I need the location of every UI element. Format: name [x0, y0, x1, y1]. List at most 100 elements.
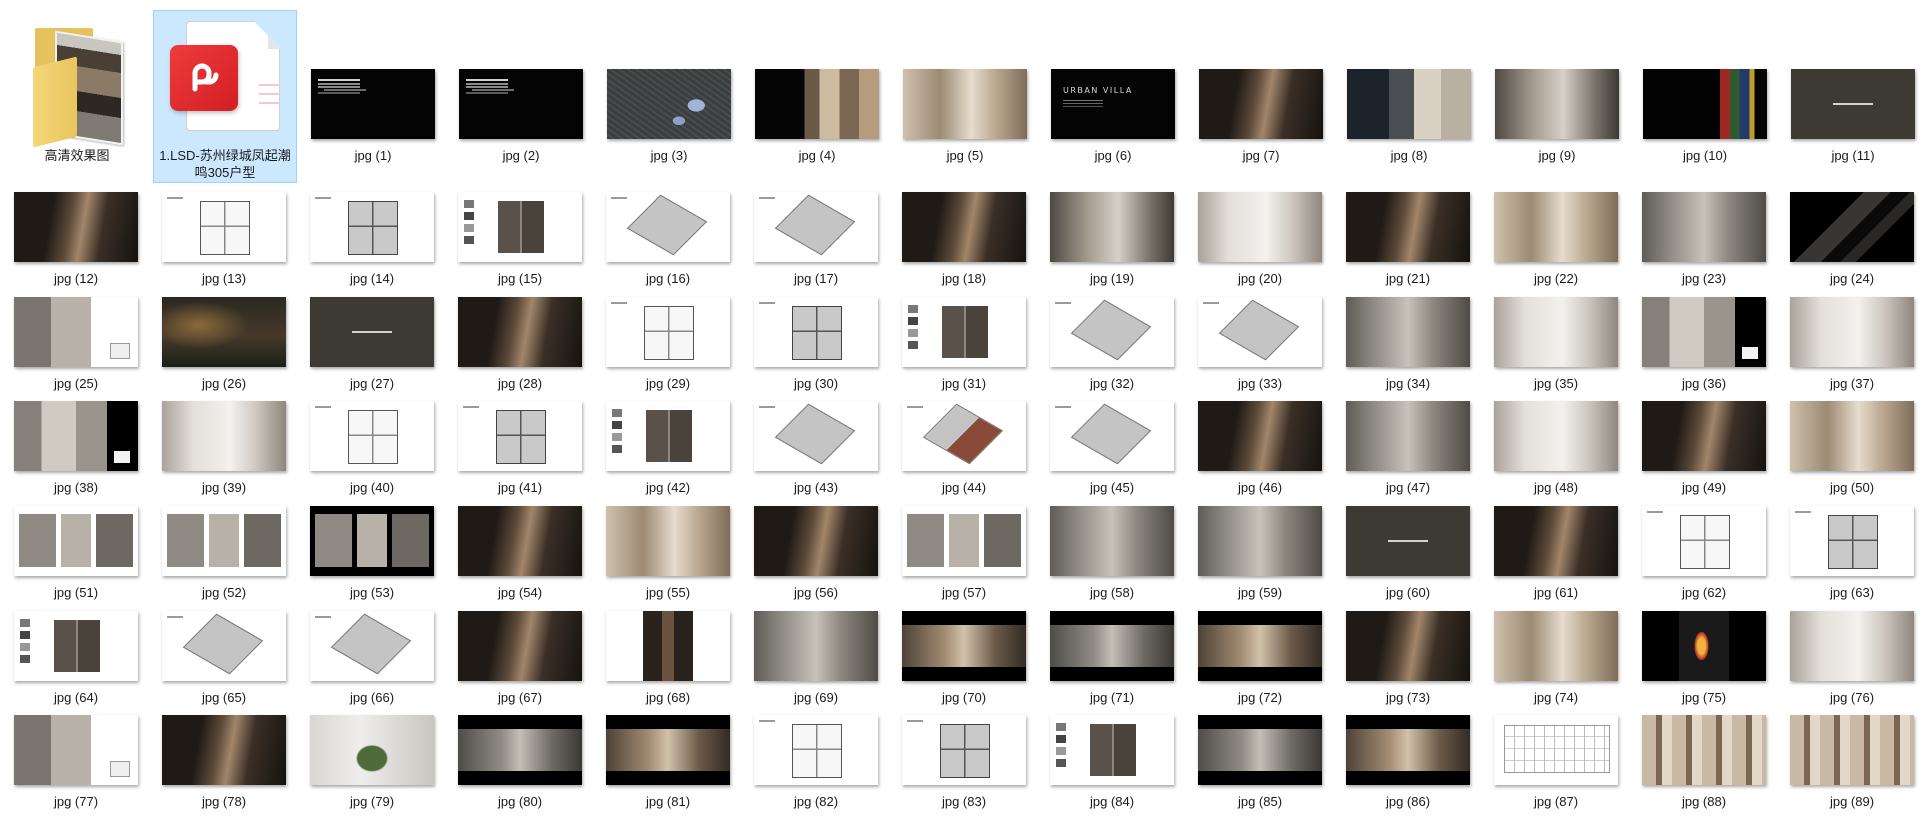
image-file-item[interactable]: jpg (60) [1336, 500, 1480, 605]
image-file-item[interactable]: jpg (87) [1484, 709, 1628, 814]
image-file-item[interactable]: jpg (5) [893, 10, 1037, 183]
image-file-item[interactable]: jpg (14) [300, 186, 444, 291]
image-file-item[interactable]: jpg (65) [152, 605, 296, 710]
item-icon-area [1041, 296, 1183, 367]
image-file-item[interactable]: jpg (50) [1780, 395, 1924, 500]
image-file-item[interactable]: jpg (27) [300, 291, 444, 396]
image-file-item[interactable]: jpg (64) [4, 605, 148, 710]
image-file-item[interactable]: jpg (23) [1632, 186, 1776, 291]
image-file-item[interactable]: jpg (1) [301, 10, 445, 183]
image-file-item[interactable]: jpg (58) [1040, 500, 1184, 605]
image-file-item[interactable]: jpg (38) [4, 395, 148, 500]
image-file-item[interactable]: jpg (29) [596, 291, 740, 396]
image-file-item[interactable]: jpg (84) [1040, 709, 1184, 814]
image-file-item[interactable]: jpg (24) [1780, 186, 1924, 291]
image-file-item[interactable]: jpg (45) [1040, 395, 1184, 500]
image-file-item[interactable]: jpg (9) [1485, 10, 1629, 183]
image-file-item[interactable]: jpg (88) [1632, 709, 1776, 814]
image-file-item[interactable]: jpg (20) [1188, 186, 1332, 291]
folder-item[interactable]: 高清效果图 [5, 10, 149, 183]
image-file-item[interactable]: jpg (80) [448, 709, 592, 814]
image-file-item[interactable]: jpg (57) [892, 500, 1036, 605]
image-file-item[interactable]: jpg (19) [1040, 186, 1184, 291]
image-file-item[interactable]: jpg (7) [1189, 10, 1333, 183]
image-file-item[interactable]: jpg (66) [300, 605, 444, 710]
image-file-item[interactable]: jpg (43) [744, 395, 888, 500]
image-file-item[interactable]: jpg (70) [892, 605, 1036, 710]
image-file-item[interactable]: jpg (67) [448, 605, 592, 710]
image-file-item[interactable]: jpg (69) [744, 605, 888, 710]
file-label: jpg (24) [1829, 271, 1875, 286]
image-file-item[interactable]: jpg (37) [1780, 291, 1924, 396]
image-file-item[interactable]: jpg (49) [1632, 395, 1776, 500]
image-file-item[interactable]: jpg (44) [892, 395, 1036, 500]
image-file-item[interactable]: jpg (61) [1484, 500, 1628, 605]
image-file-item[interactable]: jpg (18) [892, 186, 1036, 291]
image-file-item[interactable]: jpg (78) [152, 709, 296, 814]
image-file-item[interactable]: jpg (34) [1336, 291, 1480, 396]
image-file-item[interactable]: jpg (59) [1188, 500, 1332, 605]
image-file-item[interactable]: jpg (82) [744, 709, 888, 814]
image-file-item[interactable]: jpg (75) [1632, 605, 1776, 710]
image-file-item[interactable]: jpg (81) [596, 709, 740, 814]
image-file-item[interactable]: jpg (16) [596, 186, 740, 291]
image-file-item[interactable]: jpg (31) [892, 291, 1036, 396]
image-file-item[interactable]: jpg (68) [596, 605, 740, 710]
image-file-item[interactable]: jpg (52) [152, 500, 296, 605]
image-thumbnail [458, 715, 582, 786]
image-thumbnail: URBAN VILLA [1051, 69, 1175, 139]
image-file-item[interactable]: jpg (77) [4, 709, 148, 814]
image-file-item[interactable]: jpg (26) [152, 291, 296, 396]
image-file-item[interactable]: jpg (15) [448, 186, 592, 291]
image-file-item[interactable]: jpg (63) [1780, 500, 1924, 605]
image-file-item[interactable]: jpg (32) [1040, 291, 1184, 396]
image-file-item[interactable]: jpg (21) [1336, 186, 1480, 291]
image-file-item[interactable]: jpg (3) [597, 10, 741, 183]
image-file-item[interactable]: jpg (86) [1336, 709, 1480, 814]
item-icon-area [153, 610, 295, 681]
file-label: jpg (36) [1681, 375, 1727, 391]
image-file-item[interactable]: jpg (28) [448, 291, 592, 396]
image-file-item[interactable]: jpg (36) [1632, 291, 1776, 396]
image-file-item[interactable]: jpg (72) [1188, 605, 1332, 710]
image-file-item[interactable]: jpg (83) [892, 709, 1036, 814]
image-file-item[interactable]: jpg (76) [1780, 605, 1924, 710]
image-file-item[interactable]: jpg (53) [300, 500, 444, 605]
image-file-item[interactable]: jpg (42) [596, 395, 740, 500]
image-file-item[interactable]: jpg (39) [152, 395, 296, 500]
file-label: jpg (86) [1385, 794, 1431, 810]
image-file-item[interactable]: jpg (85) [1188, 709, 1332, 814]
image-file-item[interactable]: jpg (74) [1484, 605, 1628, 710]
image-file-item[interactable]: jpg (41) [448, 395, 592, 500]
image-file-item[interactable]: jpg (8) [1337, 10, 1481, 183]
image-file-item[interactable]: jpg (89) [1780, 709, 1924, 814]
image-file-item[interactable]: jpg (30) [744, 291, 888, 396]
image-file-item[interactable]: jpg (25) [4, 291, 148, 396]
image-file-item[interactable]: jpg (73) [1336, 605, 1480, 710]
image-file-item[interactable]: jpg (22) [1484, 186, 1628, 291]
image-file-item[interactable]: jpg (56) [744, 500, 888, 605]
image-file-item[interactable]: jpg (13) [152, 186, 296, 291]
image-file-item[interactable]: URBAN VILLA jpg (6) [1041, 10, 1185, 183]
image-file-item[interactable]: jpg (46) [1188, 395, 1332, 500]
image-file-item[interactable]: jpg (47) [1336, 395, 1480, 500]
image-file-item[interactable]: jpg (11) [1781, 10, 1925, 183]
image-file-item[interactable]: jpg (62) [1632, 500, 1776, 605]
pdf-file-item[interactable]: 1.LSD-苏州绿城凤起潮鸣305户型 [153, 10, 297, 183]
image-file-item[interactable]: jpg (4) [745, 10, 889, 183]
image-file-item[interactable]: jpg (55) [596, 500, 740, 605]
image-file-item[interactable]: jpg (71) [1040, 605, 1184, 710]
image-file-item[interactable]: jpg (2) [449, 10, 593, 183]
image-file-item[interactable]: jpg (48) [1484, 395, 1628, 500]
image-file-item[interactable]: jpg (79) [300, 709, 444, 814]
image-file-item[interactable]: jpg (12) [4, 186, 148, 291]
image-file-item[interactable]: jpg (54) [448, 500, 592, 605]
image-file-item[interactable]: jpg (33) [1188, 291, 1332, 396]
image-file-item[interactable]: jpg (35) [1484, 291, 1628, 396]
image-file-item[interactable]: jpg (17) [744, 186, 888, 291]
image-file-item[interactable]: jpg (40) [300, 395, 444, 500]
image-file-item[interactable]: jpg (10) [1633, 10, 1777, 183]
item-icon-area [1190, 12, 1332, 142]
item-icon-area [1634, 12, 1776, 142]
image-file-item[interactable]: jpg (51) [4, 500, 148, 605]
